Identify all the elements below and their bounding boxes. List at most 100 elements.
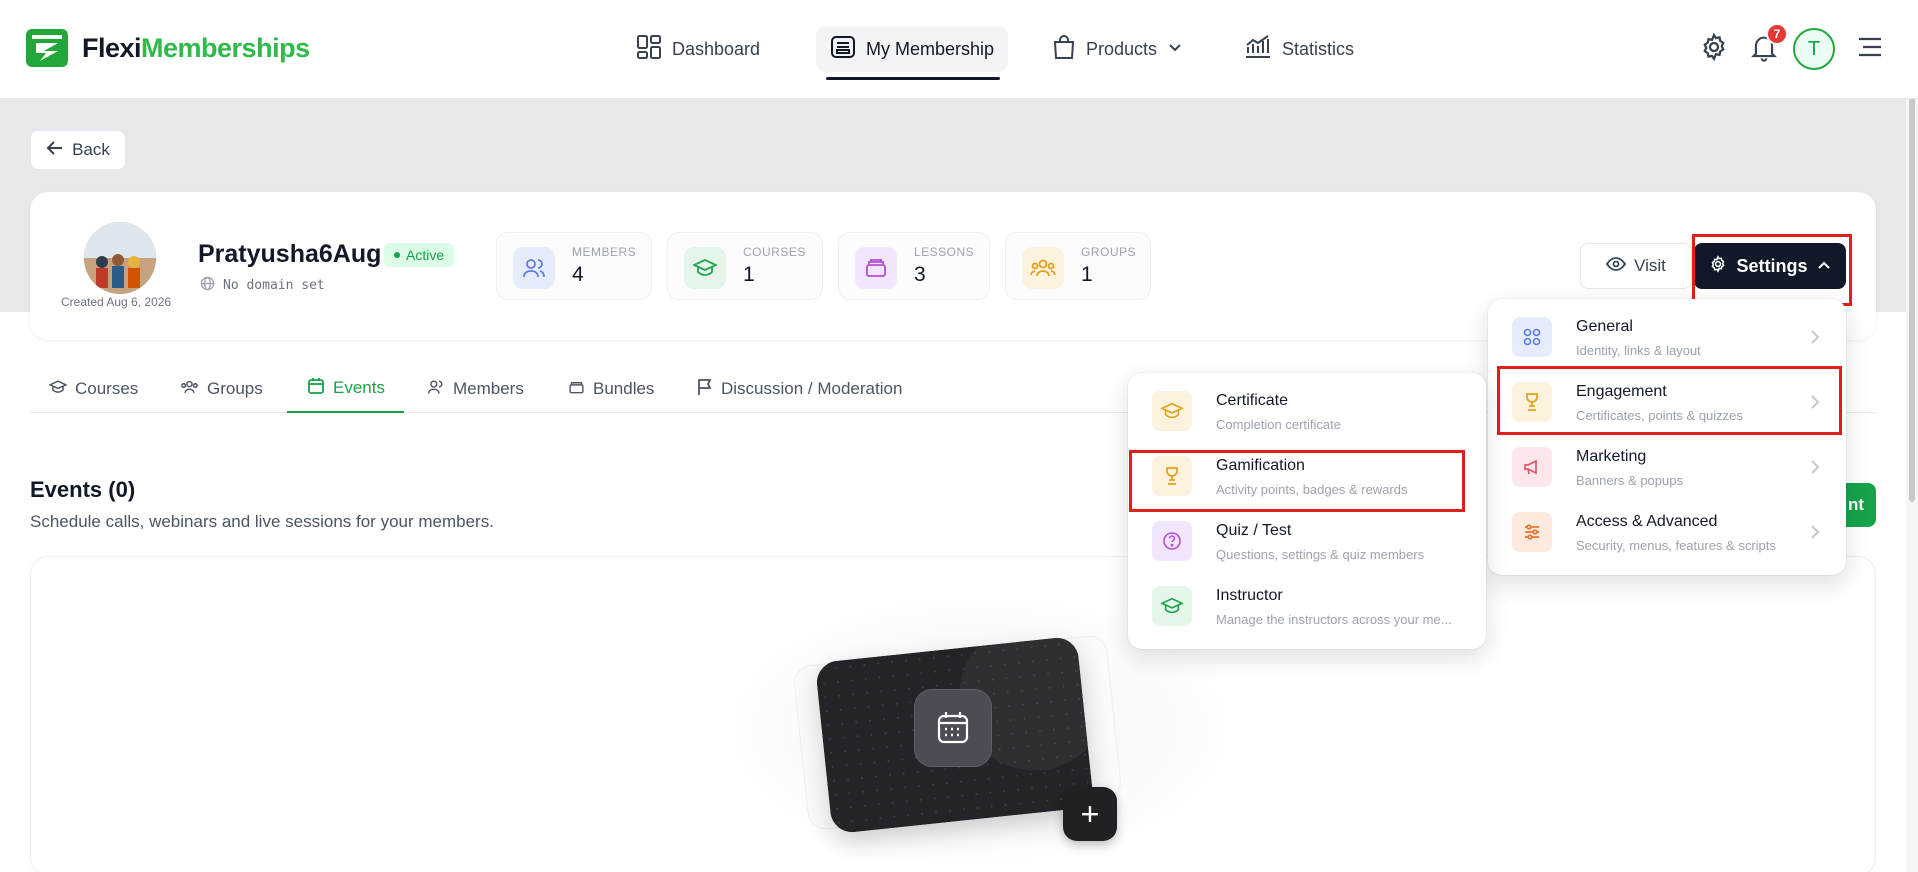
user-avatar[interactable]: T (1793, 28, 1835, 70)
tab-courses[interactable]: Courses (48, 365, 139, 413)
tab-events-label: Events (333, 378, 385, 397)
question-icon (1152, 521, 1192, 561)
tab-discussion-moderation[interactable]: Discussion / Moderation (697, 365, 902, 413)
layers-icon (855, 247, 897, 289)
trophy-icon (1512, 382, 1552, 422)
tab-groups-label: Groups (207, 379, 263, 398)
back-button[interactable]: Back (30, 130, 126, 170)
nav-dashboard-label: Dashboard (672, 38, 761, 59)
dashboard-icon (636, 34, 662, 65)
stat-value: 4 (572, 263, 584, 286)
domain-text: No domain set (223, 278, 325, 293)
submenu-gamification[interactable]: Gamification Activity points, badges & r… (1140, 448, 1474, 506)
notification-count-badge: 7 (1766, 23, 1788, 45)
hamburger-menu-icon[interactable] (1857, 36, 1883, 58)
logo-icon[interactable] (26, 29, 68, 67)
calendar-icon (914, 689, 992, 767)
chevron-right-icon (1810, 459, 1820, 480)
events-title: Events (0) (30, 477, 136, 502)
globe-icon (200, 276, 215, 295)
submenu-quiz-test[interactable]: Quiz / Test Questions, settings & quiz m… (1140, 513, 1474, 571)
groups-icon (1022, 247, 1064, 289)
visit-button-label: Visit (1634, 256, 1666, 275)
menu-item-title: Access & Advanced (1576, 513, 1718, 530)
submenu-instructor[interactable]: Instructor Manage the instructors across… (1140, 578, 1474, 636)
membership-card-icon (830, 34, 856, 65)
nav-my-membership[interactable]: My Membership (816, 26, 1009, 72)
flag-icon (697, 378, 713, 401)
statistics-icon (1244, 34, 1272, 64)
add-event-plus-button[interactable]: + (1063, 787, 1117, 841)
tab-bundles[interactable]: Bundles (568, 365, 654, 413)
settings-menu-general[interactable]: General Identity, links & layout (1500, 309, 1834, 367)
tab-discussion-label: Discussion / Moderation (721, 379, 903, 398)
mortarboard-icon (1152, 586, 1192, 626)
sliders-icon (1512, 512, 1552, 552)
grid-icon (1512, 317, 1552, 357)
brand-name-part1: Flexi (82, 33, 142, 63)
menu-item-title: Certificate (1216, 392, 1289, 409)
menu-item-subtitle: Certificates, points & quizzes (1576, 408, 1743, 423)
membership-avatar (84, 222, 156, 294)
menu-item-subtitle: Banners & popups (1576, 473, 1683, 488)
menu-item-subtitle: Security, menus, features & scripts (1576, 538, 1776, 553)
settings-button-label: Settings (1736, 255, 1808, 276)
status-badge-label: Active (406, 247, 445, 263)
nav-my-membership-label: My Membership (866, 38, 995, 59)
brand-name[interactable]: FlexiMemberships (82, 33, 310, 64)
top-navigation-bar: FlexiMemberships Dashboard My Membership… (0, 0, 1918, 98)
tab-members[interactable]: Members (427, 365, 524, 413)
menu-item-title: Gamification (1216, 457, 1305, 474)
eye-icon (1606, 256, 1627, 276)
tab-events[interactable]: Events (287, 365, 404, 413)
shopping-bag-icon (1052, 34, 1076, 65)
tab-courses-label: Courses (75, 379, 139, 398)
settings-menu-access-advanced[interactable]: Access & Advanced Security, menus, featu… (1500, 504, 1834, 562)
settings-menu-engagement[interactable]: Engagement Certificates, points & quizze… (1500, 374, 1834, 432)
stat-label: COURSES (743, 245, 806, 259)
nav-dashboard[interactable]: Dashboard (622, 26, 774, 72)
status-badge: Active (384, 243, 455, 267)
menu-item-title: General (1576, 318, 1633, 335)
settings-menu-marketing[interactable]: Marketing Banners & popups (1500, 439, 1834, 497)
page-scrollbar[interactable] (1906, 0, 1918, 872)
domain-info: No domain set (200, 276, 325, 295)
mortarboard-icon (48, 379, 68, 400)
back-button-label: Back (72, 140, 110, 159)
chevron-right-icon (1810, 329, 1820, 350)
created-date: Created Aug 6, 2026 (61, 295, 172, 309)
stat-label: LESSONS (914, 245, 975, 259)
stat-courses: COURSES 1 (667, 232, 823, 300)
settings-dropdown-menu: General Identity, links & layout Engagem… (1488, 299, 1846, 575)
arrow-left-icon (46, 140, 64, 161)
tab-bundles-label: Bundles (593, 379, 655, 398)
mortarboard-icon (1152, 391, 1192, 431)
tab-groups[interactable]: Groups (180, 365, 263, 413)
submenu-certificate[interactable]: Certificate Completion certificate (1140, 383, 1474, 441)
chevron-right-icon (1810, 394, 1820, 415)
nav-products-label: Products (1086, 38, 1158, 59)
stat-value: 1 (743, 263, 755, 286)
menu-item-subtitle: Identity, links & layout (1576, 343, 1701, 358)
nav-statistics[interactable]: Statistics (1230, 26, 1368, 72)
chevron-up-icon (1817, 256, 1831, 277)
events-subtitle: Schedule calls, webinars and live sessio… (30, 512, 494, 531)
trophy-icon (1152, 456, 1192, 496)
settings-gear-icon[interactable] (1699, 32, 1729, 62)
stat-label: MEMBERS (572, 245, 637, 259)
mortarboard-icon (684, 247, 726, 289)
menu-item-subtitle: Questions, settings & quiz members (1216, 547, 1425, 562)
stat-members: MEMBERS 4 (496, 232, 652, 300)
settings-button[interactable]: Settings (1694, 243, 1846, 289)
menu-item-title: Quiz / Test (1216, 522, 1292, 539)
members-icon (513, 247, 555, 289)
stat-groups: GROUPS 1 (1005, 232, 1151, 300)
add-event-button-label: nt (1847, 495, 1865, 514)
nav-active-underline (826, 77, 1000, 80)
megaphone-icon (1512, 447, 1552, 487)
visit-button[interactable]: Visit (1580, 243, 1692, 289)
chevron-right-icon (1810, 524, 1820, 545)
membership-name: Pratyusha6Aug (198, 240, 382, 268)
layers-icon (568, 379, 585, 400)
nav-products[interactable]: Products (1038, 26, 1197, 72)
